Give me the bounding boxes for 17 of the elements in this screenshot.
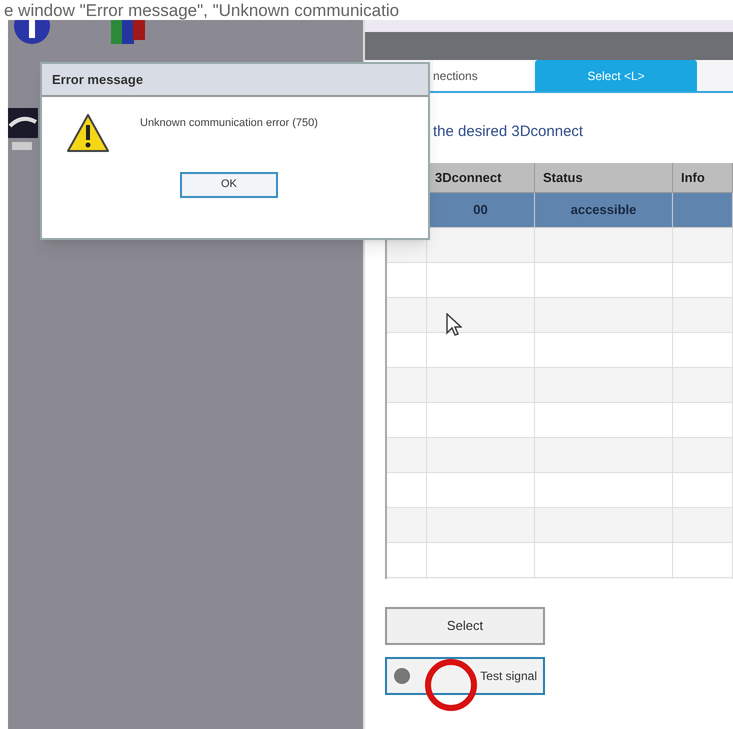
video-caption: e window "Error message", "Unknown communicatio xyxy=(3,1,400,20)
test-signal-button[interactable]: Test signal xyxy=(385,657,545,695)
disc-icon xyxy=(393,667,411,685)
highlight-circle xyxy=(424,658,478,712)
tab[interactable]: nections xyxy=(433,60,533,91)
error-message: Unknown communication error (750) xyxy=(140,116,318,131)
column-header: Status xyxy=(543,168,583,187)
instruction-text: the desired 3Dconnect xyxy=(433,122,584,142)
table-cell-text: accessible xyxy=(570,201,636,220)
dialog-title: Error message xyxy=(52,70,144,89)
ok-button[interactable]: OK xyxy=(180,172,278,198)
column-header: 3Dconnect xyxy=(435,168,502,187)
column-header: Info xyxy=(681,168,705,187)
program-icon[interactable] xyxy=(8,108,38,152)
table-cell-text: 00 xyxy=(473,201,488,220)
select-button[interactable]: Select xyxy=(385,607,545,645)
warning-icon xyxy=(66,113,110,153)
